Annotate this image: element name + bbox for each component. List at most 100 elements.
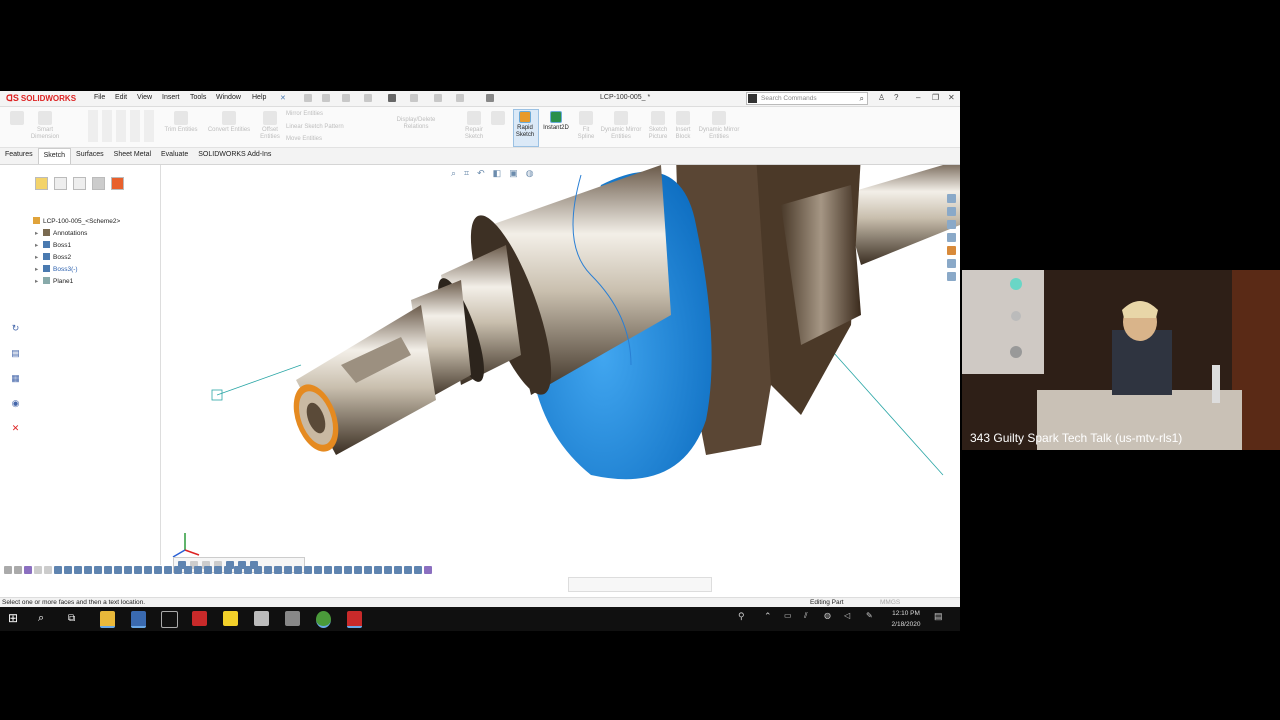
sketch-picture-button[interactable]: Sketch Picture (646, 111, 670, 141)
tool-icon[interactable] (124, 566, 132, 574)
terminal-icon[interactable] (161, 611, 178, 628)
display-manager-icon[interactable]: ▤ (10, 348, 21, 359)
tool-icon[interactable] (184, 566, 192, 574)
redo-icon[interactable] (434, 94, 442, 102)
sketch-entities-group[interactable] (88, 110, 158, 142)
cancel-icon[interactable]: ✕ (10, 423, 21, 434)
configuration-manager-tab[interactable] (73, 177, 86, 190)
rotate-icon[interactable]: ↻ (10, 323, 21, 334)
tray-chevron-icon[interactable]: ⌃ (764, 611, 779, 626)
tool-icon[interactable] (74, 566, 82, 574)
tool-icon[interactable] (264, 566, 272, 574)
dynamic-mirror-button[interactable]: Dynamic Mirror Entities (600, 111, 642, 141)
settings-icon[interactable] (285, 611, 300, 626)
app-icon[interactable] (131, 611, 146, 628)
tool-icon[interactable] (304, 566, 312, 574)
tool-icon[interactable] (414, 566, 422, 574)
search-commands-input[interactable]: Search Commands ⌕ (746, 92, 868, 105)
trim-entities-button[interactable]: Trim Entities (162, 111, 200, 134)
undo-icon[interactable] (410, 94, 418, 102)
tree-item-annotations[interactable]: ▸ Annotations (35, 229, 87, 237)
search-icon[interactable]: ⌕ (860, 94, 864, 104)
configuration-icon[interactable]: ▦ (10, 373, 21, 384)
tool-icon[interactable] (134, 566, 142, 574)
tool-icon[interactable] (234, 566, 242, 574)
secondary-toolbar[interactable] (568, 577, 712, 592)
feature-tree-tab[interactable] (35, 177, 48, 190)
user-icon[interactable]: ♙ (878, 93, 885, 102)
move-entities-button[interactable]: Move Entities (286, 136, 322, 143)
chrome-icon[interactable] (316, 611, 331, 628)
repair-sketch-button[interactable]: Repair Sketch (462, 111, 486, 141)
smart-dimension-button[interactable]: Smart Dimension (30, 111, 60, 141)
tool-icon[interactable] (4, 566, 12, 574)
tool-icon[interactable] (324, 566, 332, 574)
tool-icon[interactable] (354, 566, 362, 574)
linear-sketch-pattern-button[interactable]: Linear Sketch Pattern (286, 124, 344, 131)
open-icon[interactable] (322, 94, 330, 102)
property-manager-tab[interactable] (54, 177, 67, 190)
menu-file[interactable]: File (94, 94, 105, 101)
new-document-icon[interactable] (304, 94, 312, 102)
design-library-icon[interactable] (947, 220, 956, 229)
sticky-notes-icon[interactable] (223, 611, 238, 626)
convert-entities-button[interactable]: Convert Entities (204, 111, 254, 134)
tool-icon[interactable] (284, 566, 292, 574)
tree-item-boss3[interactable]: ▸ Boss3(-) (35, 265, 78, 273)
tree-item-plane1[interactable]: ▸ Plane1 (35, 277, 73, 285)
display-manager-tab[interactable] (111, 177, 124, 190)
dynamic-mirror-entities-button[interactable]: Dynamic Mirror Entities (696, 111, 742, 141)
tool-icon[interactable] (344, 566, 352, 574)
close-button[interactable]: ✕ (948, 93, 955, 102)
tab-sheet-metal[interactable]: Sheet Metal (109, 148, 156, 164)
tool-icon[interactable] (394, 566, 402, 574)
tool-icon[interactable] (364, 566, 372, 574)
tool-icon[interactable] (224, 566, 232, 574)
volume-icon[interactable]: ◁ (844, 611, 859, 626)
tool-icon[interactable] (84, 566, 92, 574)
solidworks-icon[interactable] (192, 611, 207, 626)
menu-view[interactable]: View (137, 94, 152, 101)
tool-icon[interactable] (274, 566, 282, 574)
tool-icon[interactable] (94, 566, 102, 574)
appearance-icon[interactable]: ◉ (10, 398, 21, 409)
options-gear-icon[interactable] (486, 94, 494, 102)
tool-icon[interactable] (374, 566, 382, 574)
battery-icon[interactable]: ▭ (784, 611, 799, 626)
notifications-icon[interactable]: ▤ (934, 611, 949, 626)
restore-button[interactable]: ❐ (932, 93, 939, 102)
tool-icon[interactable] (174, 566, 182, 574)
tool-icon[interactable] (294, 566, 302, 574)
tree-item-boss2[interactable]: ▸ Boss2 (35, 253, 71, 261)
tab-solidworks-add-ins[interactable]: SOLIDWORKS Add-Ins (193, 148, 276, 164)
solidworks-active-icon[interactable] (347, 611, 362, 628)
tool-icon[interactable] (24, 566, 32, 574)
custom-properties-icon[interactable] (947, 272, 956, 281)
tab-features[interactable]: Features (0, 148, 38, 164)
dimxpert-tab[interactable] (92, 177, 105, 190)
select-icon[interactable] (456, 94, 464, 102)
tool-icon[interactable] (154, 566, 162, 574)
insert-block-button[interactable]: Insert Block (672, 111, 694, 141)
graphics-area[interactable]: ⌕ ⌗ ↶ ◧ ▣ ◍ (161, 165, 960, 585)
search-scope-icon[interactable] (748, 94, 757, 103)
exit-sketch-button[interactable] (6, 111, 28, 127)
tab-surfaces[interactable]: Surfaces (71, 148, 109, 164)
tree-root[interactable]: LCP-100-005_<Scheme2> (33, 217, 120, 225)
units-indicator[interactable]: MMGS (880, 599, 900, 606)
network-icon[interactable]: ⫽ (804, 611, 819, 626)
menu-tools[interactable]: Tools (190, 94, 206, 101)
tool-icon[interactable] (254, 566, 262, 574)
rebuild-icon[interactable] (364, 94, 372, 102)
minimize-button[interactable]: – (916, 93, 920, 102)
file-explorer-icon[interactable] (947, 233, 956, 242)
tool-icon[interactable] (34, 566, 42, 574)
resources-icon[interactable] (947, 207, 956, 216)
calculator-icon[interactable] (254, 611, 269, 626)
tab-sketch[interactable]: Sketch (37, 148, 72, 164)
home-icon[interactable] (947, 194, 956, 203)
file-explorer-icon[interactable] (100, 611, 115, 628)
tool-icon[interactable] (424, 566, 432, 574)
tool-icon[interactable] (114, 566, 122, 574)
help-icon[interactable]: ? (894, 93, 898, 102)
